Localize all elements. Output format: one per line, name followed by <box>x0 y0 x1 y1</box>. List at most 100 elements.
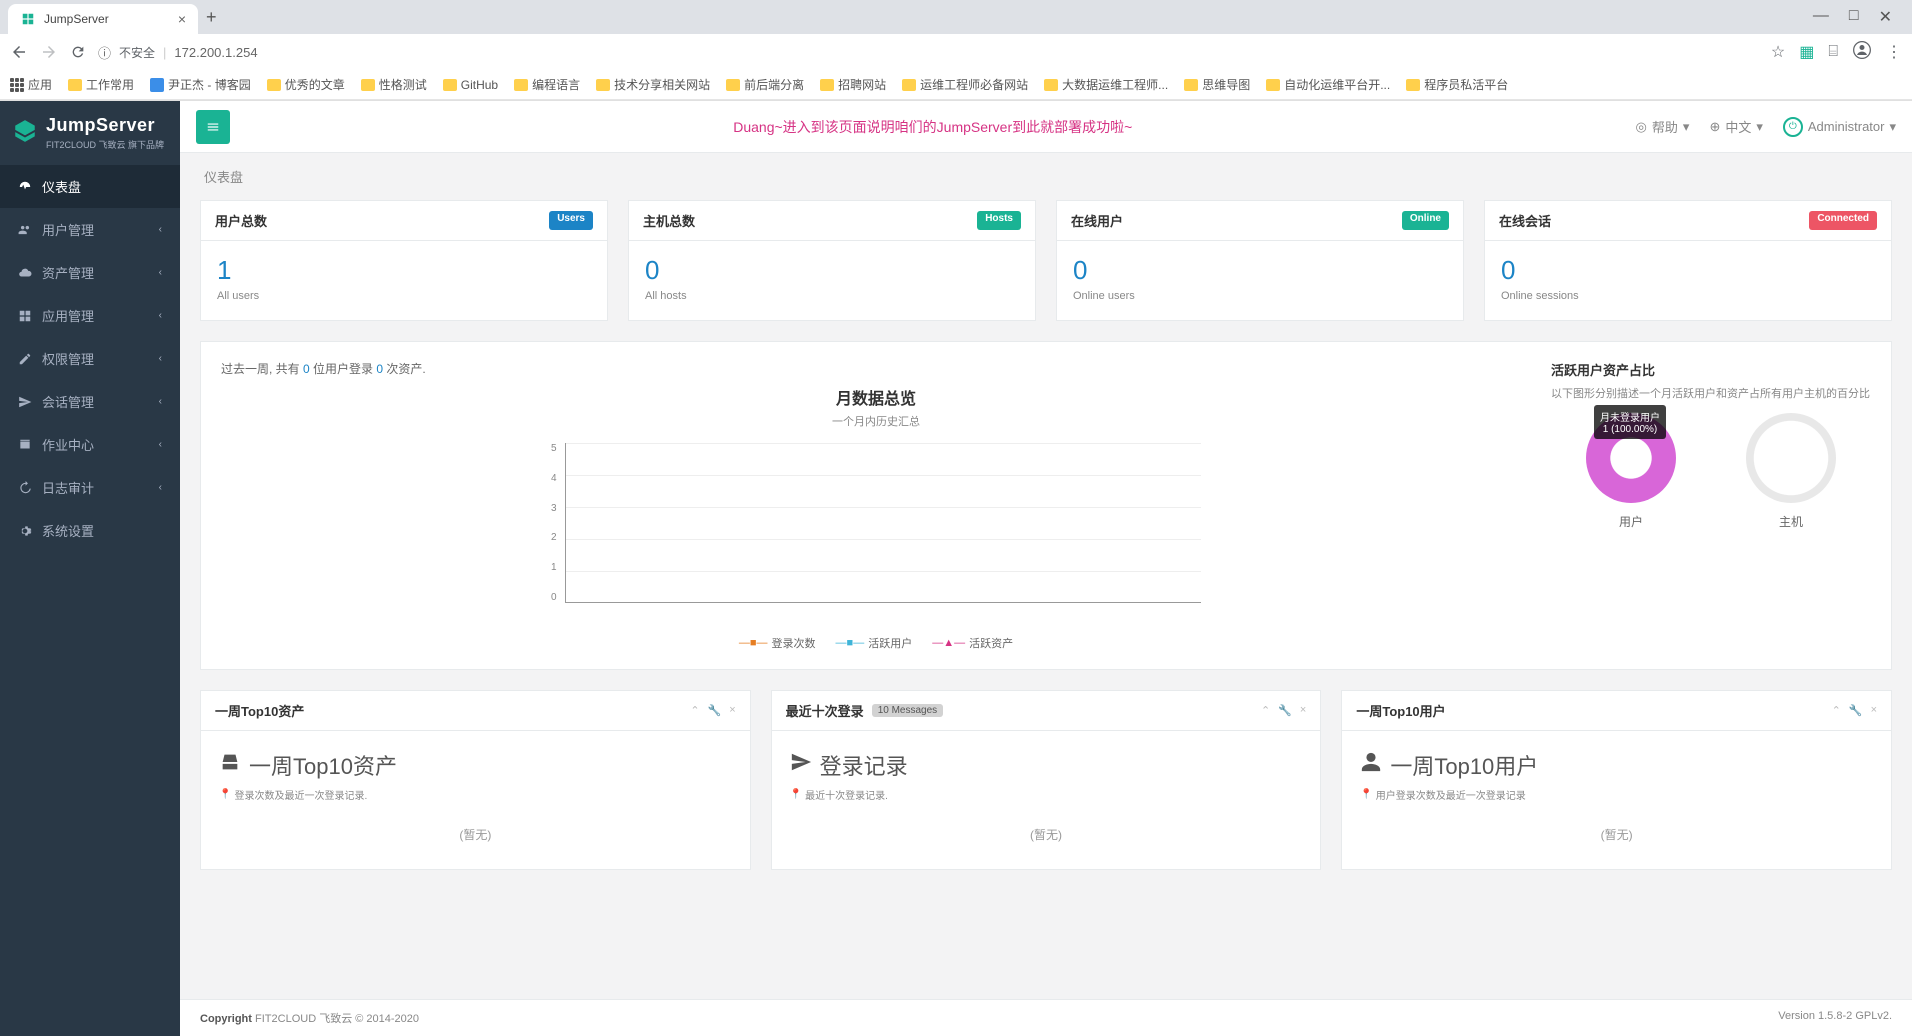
wrench-icon[interactable]: 🔧 <box>708 704 722 717</box>
close-icon[interactable]: × <box>1300 704 1306 717</box>
stat-value: 0 <box>1073 255 1447 286</box>
hdd-icon <box>219 751 241 779</box>
wrench-icon[interactable]: 🔧 <box>1849 704 1863 717</box>
browser-tab[interactable]: JumpServer × <box>8 4 198 34</box>
window-minimize-icon[interactable]: — <box>1813 7 1829 27</box>
user-icon <box>1360 751 1382 779</box>
window-maximize-icon[interactable]: □ <box>1849 7 1859 27</box>
week-stat-text: 过去一周, 共有 0 位用户登录 0 次资产. <box>221 360 1531 377</box>
extension-icon[interactable]: ▦ <box>1799 42 1814 62</box>
tab-favicon <box>20 11 36 27</box>
bookmark-item[interactable]: 编程语言 <box>514 76 580 93</box>
sidebar-item-send[interactable]: 会话管理‹ <box>0 380 180 423</box>
dashboard-icon <box>18 180 32 194</box>
bookmark-item[interactable]: 性格测试 <box>361 76 427 93</box>
bookmark-item[interactable]: 程序员私活平台 <box>1406 76 1508 93</box>
sidebar-toggle-button[interactable] <box>196 110 230 144</box>
reload-button[interactable] <box>70 44 86 60</box>
sidebar-item-users[interactable]: 用户管理‹ <box>0 208 180 251</box>
legend-item[interactable]: —▲— 活跃资产 <box>932 635 1013 651</box>
sidebar-item-label: 应用管理 <box>42 306 94 325</box>
new-tab-button[interactable]: + <box>206 7 217 28</box>
stat-badge: Hosts <box>977 211 1021 230</box>
stat-sub: All users <box>217 290 591 302</box>
language-dropdown[interactable]: ⊕ 中文 ▾ <box>1709 117 1762 136</box>
stat-title: 用户总数 <box>215 211 267 230</box>
sidebar: JumpServer FIT2CLOUD 飞致云 旗下品牌 仪表盘用户管理‹资产… <box>0 101 180 1036</box>
collapse-icon[interactable]: ⌃ <box>1832 704 1841 717</box>
bookmark-item[interactable]: 优秀的文章 <box>267 76 345 93</box>
chevron-left-icon: ‹ <box>159 267 162 278</box>
close-icon[interactable]: × <box>1871 704 1877 717</box>
info-icon: ⓘ <box>98 43 111 62</box>
bottom-card: 最近十次登录10 Messages⌃🔧×登录记录📍最近十次登录记录.(暂无) <box>771 690 1322 870</box>
back-button[interactable] <box>10 43 28 61</box>
wrench-icon[interactable]: 🔧 <box>1278 704 1292 717</box>
menu-icon[interactable]: ⋮ <box>1886 42 1902 62</box>
sidebar-item-cloud[interactable]: 资产管理‹ <box>0 251 180 294</box>
pin-icon: 📍 <box>1360 789 1372 800</box>
tab-close-icon[interactable]: × <box>178 11 186 27</box>
collapse-icon[interactable]: ⌃ <box>690 704 699 717</box>
bookmark-item[interactable]: 大数据运维工程师... <box>1044 76 1168 93</box>
sidebar-item-grid[interactable]: 应用管理 ‹ <box>0 294 180 337</box>
key-icon[interactable]: ⌸ <box>1828 43 1838 61</box>
sidebar-item-history[interactable]: 日志审计‹ <box>0 466 180 509</box>
help-dropdown[interactable]: ◎ 帮助 ▾ <box>1636 117 1690 136</box>
stat-sub: Online users <box>1073 290 1447 302</box>
card-empty: (暂无) <box>219 802 732 851</box>
stat-card: 在线用户Online0Online users <box>1056 200 1464 321</box>
history-icon <box>18 481 32 495</box>
donut-section-subtitle: 以下图形分别描述一个月活跃用户和资产占所有用户主机的百分比 <box>1551 385 1871 401</box>
chevron-down-icon: ▾ <box>1756 119 1763 135</box>
bookmark-item[interactable]: 前后端分离 <box>726 76 804 93</box>
sidebar-item-book[interactable]: 作业中心 ‹ <box>0 423 180 466</box>
url-input[interactable]: ⓘ 不安全 | 172.200.1.254 <box>98 43 1759 62</box>
edit-icon <box>18 352 32 366</box>
profile-icon[interactable] <box>1852 40 1872 65</box>
stat-value: 0 <box>1501 255 1875 286</box>
gears-icon <box>18 524 32 538</box>
sidebar-item-dashboard[interactable]: 仪表盘 <box>0 165 180 208</box>
donut-section-title: 活跃用户资产占比 <box>1551 360 1871 379</box>
chevron-left-icon: ‹ <box>159 310 162 321</box>
bookmark-item[interactable]: 招聘网站 <box>820 76 886 93</box>
legend-item[interactable]: —■— 活跃用户 <box>836 635 913 651</box>
window-close-icon[interactable]: ✕ <box>1879 7 1892 27</box>
sidebar-item-gears[interactable]: 系统设置 <box>0 509 180 552</box>
version-label: Version 1.5.8-2 GPLv2. <box>1778 1010 1892 1026</box>
collapse-icon[interactable]: ⌃ <box>1261 704 1270 717</box>
stat-sub: Online sessions <box>1501 290 1875 302</box>
chevron-left-icon: ‹ <box>159 224 162 235</box>
chart-plot: 543210 <box>551 443 1201 623</box>
bookmark-item[interactable]: 技术分享相关网站 <box>596 76 710 93</box>
sidebar-item-label: 仪表盘 <box>42 177 81 196</box>
user-dropdown[interactable]: ⏻ Administrator ▾ <box>1783 117 1896 137</box>
close-icon[interactable]: × <box>729 704 735 717</box>
donut-hosts: 主机 <box>1746 413 1836 530</box>
stat-value: 0 <box>645 255 1019 286</box>
bookmark-item[interactable]: 工作常用 <box>68 76 134 93</box>
bookmark-item[interactable]: GitHub <box>443 78 498 92</box>
bookmark-item[interactable]: 运维工程师必备网站 <box>902 76 1028 93</box>
bookmark-item[interactable]: 思维导图 <box>1184 76 1250 93</box>
bookmark-item[interactable]: 自动化运维平台开... <box>1266 76 1390 93</box>
card-title: 一周Top10资产 <box>215 701 304 720</box>
bookmark-item[interactable]: 尹正杰 - 博客园 <box>150 76 251 93</box>
chevron-left-icon: ‹ <box>159 396 162 407</box>
security-label: 不安全 <box>119 44 155 61</box>
sidebar-item-label: 作业中心 <box>42 435 94 454</box>
star-icon[interactable]: ☆ <box>1771 42 1785 62</box>
chevron-left-icon: ‹ <box>159 439 162 450</box>
sidebar-item-edit[interactable]: 权限管理‹ <box>0 337 180 380</box>
forward-button[interactable] <box>40 43 58 61</box>
support-icon: ◎ <box>1636 119 1647 135</box>
chart-legend: —■— 登录次数 —■— 活跃用户 —▲— 活跃资产 <box>221 635 1531 651</box>
stat-card: 主机总数Hosts0All hosts <box>628 200 1036 321</box>
chevron-left-icon: ‹ <box>159 353 162 364</box>
donut-users: 月未登录用户 1 (100.00%) 用户 <box>1586 413 1676 530</box>
card-title: 一周Top10用户 <box>1356 701 1445 720</box>
card-badge: 10 Messages <box>872 704 943 717</box>
bookmark-apps[interactable]: 应用 <box>10 76 52 93</box>
legend-item[interactable]: —■— 登录次数 <box>739 635 816 651</box>
